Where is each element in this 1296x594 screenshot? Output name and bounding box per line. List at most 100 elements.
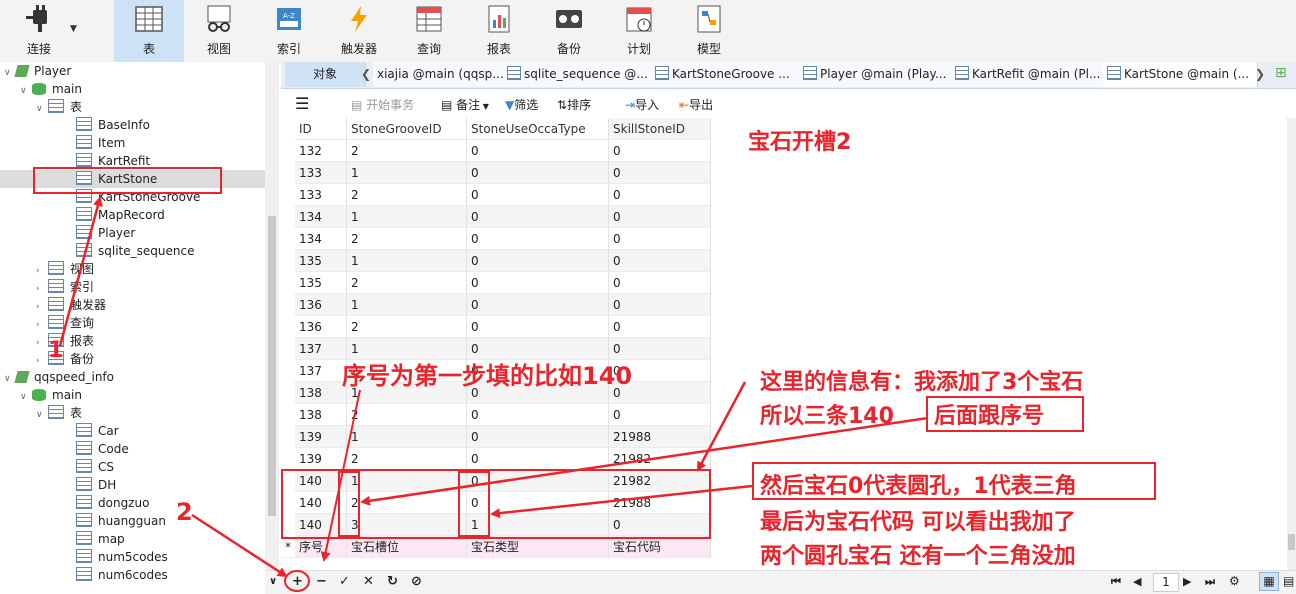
tab-scroll-left-icon[interactable]: ❮ bbox=[361, 67, 371, 81]
sidebar-scroll-thumb[interactable] bbox=[268, 216, 276, 516]
tree-table-dh[interactable]: DH bbox=[64, 476, 116, 494]
new-row-cell[interactable]: 序号 bbox=[295, 536, 347, 558]
chevron-down-icon[interactable]: ∨ bbox=[269, 576, 277, 587]
column-header[interactable]: StoneGrooveID bbox=[347, 118, 467, 140]
query-button[interactable]: 查询 bbox=[394, 0, 464, 62]
tree-schema-main[interactable]: ∨ main bbox=[20, 80, 82, 98]
apply-icon[interactable]: ✓ bbox=[339, 574, 350, 589]
table-cell[interactable]: 0 bbox=[467, 206, 609, 228]
tree-db-player[interactable]: ∨ Player bbox=[4, 62, 71, 80]
tree-tables-folder-2[interactable]: ∨ 表 bbox=[36, 404, 82, 422]
tab-kartstone[interactable]: KartStone @main (... bbox=[1103, 62, 1258, 87]
table-cell[interactable]: 139 bbox=[295, 426, 347, 448]
tree-group-index[interactable]: › 索引 bbox=[36, 278, 94, 296]
report-button[interactable]: 报表 bbox=[464, 0, 534, 62]
model-button[interactable]: 模型 bbox=[674, 0, 744, 62]
tab-kartstonegroove[interactable]: KartStoneGroove ... bbox=[651, 62, 802, 87]
prev-page-icon[interactable]: ◀ bbox=[1133, 575, 1141, 588]
new-row-cell[interactable]: 宝石槽位 bbox=[347, 536, 467, 558]
table-cell[interactable]: 136 bbox=[295, 294, 347, 316]
table-cell[interactable]: 133 bbox=[295, 162, 347, 184]
table-cell[interactable]: 2 bbox=[347, 404, 467, 426]
table-cell[interactable]: 2 bbox=[347, 140, 467, 162]
tree-table-car[interactable]: Car bbox=[64, 422, 119, 440]
tree-group-query[interactable]: › 查询 bbox=[36, 314, 94, 332]
table-cell[interactable]: 134 bbox=[295, 206, 347, 228]
grid-scroll-thumb[interactable] bbox=[1288, 534, 1295, 550]
table-cell[interactable]: 136 bbox=[295, 316, 347, 338]
table-cell[interactable]: 0 bbox=[467, 404, 609, 426]
tree-table-player[interactable]: Player bbox=[64, 224, 135, 242]
table-cell[interactable]: 0 bbox=[467, 272, 609, 294]
table-cell[interactable]: 137 bbox=[295, 360, 347, 382]
table-cell[interactable]: 21982 bbox=[609, 448, 711, 470]
table-cell[interactable]: 0 bbox=[467, 426, 609, 448]
table-cell[interactable]: 0 bbox=[609, 162, 711, 184]
tree-group-report[interactable]: › 报表 bbox=[36, 332, 94, 350]
tree-table-cs[interactable]: CS bbox=[64, 458, 114, 476]
tree-db-qqspeed[interactable]: ∨ qqspeed_info bbox=[4, 368, 114, 386]
table-cell[interactable]: 0 bbox=[467, 250, 609, 272]
table-cell[interactable]: 137 bbox=[295, 338, 347, 360]
index-button[interactable]: A-Z 索引 bbox=[254, 0, 324, 62]
import-button[interactable]: ⇥导入 bbox=[625, 96, 659, 113]
tab-scroll-right-icon[interactable]: ❯ bbox=[1255, 67, 1265, 81]
table-cell[interactable]: 0 bbox=[609, 294, 711, 316]
collapse-icon[interactable]: ∨ bbox=[4, 370, 16, 388]
table-cell[interactable]: 1 bbox=[347, 162, 467, 184]
collapse-icon[interactable]: ∨ bbox=[20, 82, 32, 100]
tree-table-huangguan[interactable]: huangguan bbox=[64, 512, 166, 530]
page-number-input[interactable]: 1 bbox=[1153, 573, 1179, 592]
table-cell[interactable]: 0 bbox=[467, 294, 609, 316]
expand-icon[interactable]: › bbox=[36, 352, 48, 370]
tree-group-backup[interactable]: › 备份 bbox=[36, 350, 94, 368]
add-record-icon[interactable]: + bbox=[292, 574, 303, 589]
table-cell[interactable]: 0 bbox=[609, 228, 711, 250]
table-cell[interactable]: 1 bbox=[347, 206, 467, 228]
discard-icon[interactable]: ✕ bbox=[363, 574, 374, 589]
collapse-icon[interactable]: ∨ bbox=[4, 64, 16, 82]
table-cell[interactable]: 1 bbox=[347, 250, 467, 272]
tree-table-item[interactable]: Item bbox=[64, 134, 125, 152]
export-button[interactable]: ⇤导出 bbox=[679, 96, 713, 113]
collapse-icon[interactable]: ∨ bbox=[36, 100, 48, 118]
table-cell[interactable]: 1 bbox=[347, 294, 467, 316]
table-cell[interactable]: 0 bbox=[467, 316, 609, 338]
table-cell[interactable]: 0 bbox=[467, 184, 609, 206]
table-cell[interactable]: 134 bbox=[295, 228, 347, 250]
table-cell[interactable]: 138 bbox=[295, 382, 347, 404]
column-header[interactable]: SkillStoneID bbox=[609, 118, 711, 140]
grid-view-icon[interactable]: ▦ bbox=[1259, 572, 1279, 591]
schedule-button[interactable]: 计划 bbox=[604, 0, 674, 62]
table-cell[interactable]: 2 bbox=[347, 316, 467, 338]
stop-icon[interactable]: ⊘ bbox=[411, 574, 422, 589]
tree-tables-folder[interactable]: ∨ 表 bbox=[36, 98, 82, 116]
table-cell[interactable]: 2 bbox=[347, 184, 467, 206]
table-cell[interactable]: 133 bbox=[295, 184, 347, 206]
next-page-icon[interactable]: ▶ bbox=[1183, 575, 1191, 588]
delete-record-icon[interactable]: − bbox=[316, 574, 327, 589]
table-cell[interactable]: 0 bbox=[467, 162, 609, 184]
tree-table-num6codes[interactable]: num6codes bbox=[64, 566, 168, 584]
tree-table-num5codes[interactable]: num5codes bbox=[64, 548, 168, 566]
collapse-icon[interactable]: ∨ bbox=[20, 388, 32, 406]
table-cell[interactable]: 135 bbox=[295, 272, 347, 294]
table-cell[interactable]: 0 bbox=[609, 140, 711, 162]
tab-xiajia[interactable]: xiajia @main (qqsp... bbox=[373, 62, 506, 87]
form-view-icon[interactable]: ▤ bbox=[1283, 574, 1294, 588]
connect-dropdown-icon[interactable]: ▼ bbox=[70, 24, 77, 34]
begin-transaction-button[interactable]: ▤ 开始事务 bbox=[351, 96, 414, 113]
tab-kartrefit[interactable]: KartRefit @main (Pl... bbox=[951, 62, 1106, 87]
last-page-icon[interactable]: ⏭ bbox=[1205, 575, 1215, 589]
tree-group-trigger[interactable]: › 触发器 bbox=[36, 296, 106, 314]
table-cell[interactable]: 0 bbox=[467, 140, 609, 162]
tree-table-code[interactable]: Code bbox=[64, 440, 129, 458]
table-cell[interactable]: 139 bbox=[295, 448, 347, 470]
table-cell[interactable]: 0 bbox=[609, 316, 711, 338]
table-cell[interactable]: 132 bbox=[295, 140, 347, 162]
table-cell[interactable]: 0 bbox=[467, 228, 609, 250]
table-cell[interactable]: 2 bbox=[347, 272, 467, 294]
table-cell[interactable]: 0 bbox=[609, 206, 711, 228]
tree-table-dongzuo[interactable]: dongzuo bbox=[64, 494, 149, 512]
table-cell[interactable]: 1 bbox=[347, 426, 467, 448]
